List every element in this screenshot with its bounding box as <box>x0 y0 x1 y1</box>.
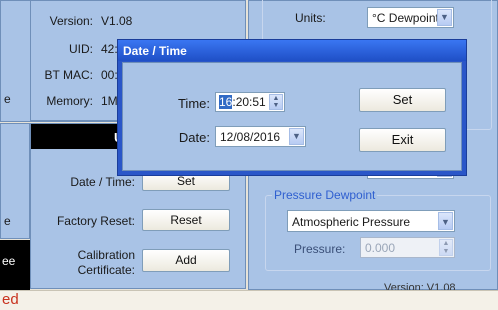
btmac-value: 00: <box>101 68 118 82</box>
factory-reset-label: Factory Reset: <box>56 214 135 228</box>
calibration-add-button[interactable]: Add <box>142 249 230 272</box>
dialog-titlebar[interactable]: Date / Time <box>118 40 466 61</box>
units-label: Units: <box>295 11 326 25</box>
pressure-mode-select[interactable]: Atmospheric Pressure ▼ <box>287 210 455 232</box>
date-value: 12/08/2016 <box>220 130 281 144</box>
certificate-label: Certificate: <box>77 263 135 277</box>
date-time-label: Date / Time: <box>70 175 135 189</box>
calibration-label: Calibration <box>77 248 135 262</box>
spin-down-icon[interactable]: ▼ <box>270 102 282 109</box>
edge-fragment: e <box>4 92 11 106</box>
units-select-value: °C Dewpoint <box>372 11 439 25</box>
pressure-value: 0.000 <box>365 241 396 255</box>
time-label: Time: <box>177 96 210 111</box>
dialog-title: Date / Time <box>123 44 187 58</box>
units-select[interactable]: °C Dewpoint ▼ <box>367 7 454 28</box>
time-spinner[interactable]: ▲ ▼ <box>269 94 283 110</box>
dialog-client: Time: 16:20:51 ▲ ▼ Date: 12/08/2016 ▼ Se… <box>122 62 462 171</box>
status-bar <box>0 290 498 310</box>
version-value: V1.08 <box>101 14 133 28</box>
btmac-label: BT MAC: <box>44 68 93 82</box>
chevron-down-icon[interactable]: ▼ <box>438 212 453 230</box>
status-text: ed <box>2 291 19 308</box>
time-input[interactable]: 16:20:51 ▲ ▼ <box>215 92 285 112</box>
pressure-mode-value: Atmospheric Pressure <box>292 215 411 229</box>
pressure-input[interactable]: 0.000 ▲ ▼ <box>360 237 455 258</box>
date-time-dialog: Date / Time Time: 16:20:51 ▲ ▼ Date: 12/… <box>117 39 467 176</box>
pressure-group-title: Pressure Dewpoint <box>272 188 378 202</box>
dialog-set-button[interactable]: Set <box>359 88 446 112</box>
edge-fragment: e <box>4 214 11 228</box>
time-rest: :20:51 <box>232 95 266 109</box>
date-label: Date: <box>178 130 210 145</box>
uid-value: 42: <box>101 42 118 56</box>
spin-up-icon[interactable]: ▲ <box>270 95 282 102</box>
time-hours-selected[interactable]: 16 <box>219 95 233 109</box>
edge-fragment: ee <box>2 254 16 268</box>
chevron-down-icon[interactable]: ▼ <box>437 9 452 26</box>
pressure-label: Pressure: <box>294 242 346 256</box>
memory-value: 1M <box>101 94 118 108</box>
date-picker[interactable]: 12/08/2016 ▼ <box>215 126 306 147</box>
spin-up-icon[interactable]: ▲ <box>440 240 452 248</box>
dialog-exit-button[interactable]: Exit <box>359 128 446 152</box>
memory-label: Memory: <box>46 94 93 108</box>
pressure-spinner[interactable]: ▲ ▼ <box>439 239 453 256</box>
pressure-group-border <box>265 195 491 271</box>
uid-label: UID: <box>69 42 93 56</box>
version-label: Version: <box>49 14 93 28</box>
factory-reset-button[interactable]: Reset <box>142 209 230 231</box>
spin-down-icon[interactable]: ▼ <box>440 248 452 256</box>
chevron-down-icon[interactable]: ▼ <box>289 128 304 145</box>
